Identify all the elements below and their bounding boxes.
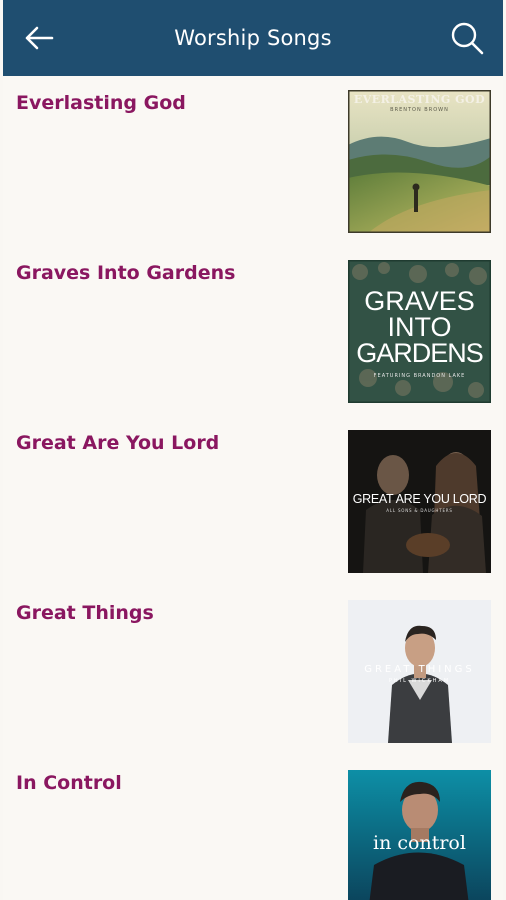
page-title: Worship Songs (174, 26, 332, 50)
song-row-in-control[interactable]: In Control in control (3, 756, 503, 900)
search-icon (451, 22, 484, 55)
album-art: GREAT THINGS PHIL WICKHAM (348, 600, 491, 743)
cover-artist: FEATURING BRANDON LAKE (373, 373, 466, 379)
cover-title: GREAT ARE YOU LORD (352, 492, 487, 506)
song-list: Everlasting God EVERLASTING GOD BRENTON … (3, 76, 503, 900)
album-art: GREAT ARE YOU LORD ALL SONS & DAUGHTERS (348, 430, 491, 573)
cover-title: EVERLASTING GOD (353, 93, 486, 106)
arrow-left-icon (25, 26, 54, 50)
song-title: Great Are You Lord (16, 432, 220, 454)
app-header: Worship Songs (3, 0, 503, 76)
cover-artist: PHIL WICKHAM (388, 678, 451, 684)
song-title: In Control (16, 772, 122, 794)
cover-artist: ALL SONS & DAUGHTERS (386, 508, 453, 513)
cover-artist: BRENTON BROWN (390, 107, 449, 113)
cover-line-1: GRAVES (364, 286, 475, 316)
cover-line-3: GARDENS (356, 338, 484, 368)
song-row-great-things[interactable]: Great Things GREAT THINGS PHIL WICKHAM (3, 586, 503, 756)
song-row-great-are-you-lord[interactable]: Great Are You Lord GREAT ARE YOU LORD AL… (3, 416, 503, 586)
back-button[interactable] (21, 22, 57, 54)
app-frame: Worship Songs Everlasting God EVERLASTIN… (3, 0, 503, 900)
song-title: Graves Into Gardens (16, 262, 236, 284)
search-button[interactable] (447, 18, 487, 58)
song-title: Everlasting God (16, 92, 186, 114)
song-title: Great Things (16, 602, 154, 624)
album-art: GRAVES INTO GARDENS FEATURING BRANDON LA… (348, 260, 491, 403)
album-art: EVERLASTING GOD BRENTON BROWN (348, 90, 491, 233)
album-art: in control (348, 770, 491, 900)
cover-title: in control (373, 832, 466, 854)
song-row-graves-into-gardens[interactable]: Graves Into Gardens GRAVES INTO GARDENS (3, 246, 503, 416)
cover-title: GREAT THINGS (364, 664, 475, 675)
song-row-everlasting-god[interactable]: Everlasting God EVERLASTING GOD BRENTON … (3, 76, 503, 246)
cover-line-2: INTO (387, 312, 452, 342)
